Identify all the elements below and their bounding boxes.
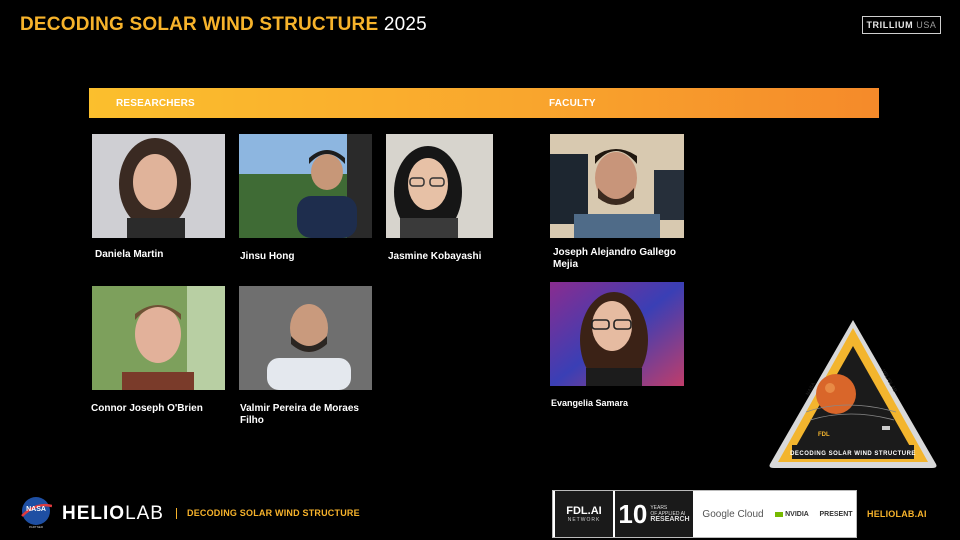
researcher-photo — [92, 286, 225, 390]
nvidia-logo: NVIDIA — [769, 491, 815, 537]
section-band — [89, 88, 879, 118]
brand-light: LAB — [125, 503, 164, 524]
nasa-logo: NASA PARTNER — [20, 496, 53, 530]
researcher-name: Connor Joseph O'Brien — [91, 403, 203, 414]
researcher-photo — [386, 134, 493, 238]
trillium-sub: USA — [916, 20, 937, 30]
trillium-logo: TRILLIUM USA — [862, 16, 941, 34]
researcher-name: Daniela Martin — [95, 249, 164, 260]
faculty-name: Joseph Alejandro Gallego Mejia — [553, 247, 676, 271]
faculty-heading: FACULTY — [549, 98, 596, 109]
faculty-name: Evangelia Samara — [551, 398, 629, 408]
researcher-name-line1: Valmir Pereira de Moraes — [240, 403, 359, 414]
researcher-photo — [92, 134, 225, 238]
ten-sub-3: RESEARCH — [650, 516, 690, 523]
google-cloud-logo: Google Cloud — [702, 508, 764, 520]
partner-logo-last: PRESENT — [819, 510, 853, 518]
footer-divider — [176, 508, 177, 519]
nasa-label: NASA — [26, 506, 46, 513]
nvidia-label: NVIDIA — [785, 510, 809, 518]
mission-badge: DECODING SOLAR WIND STRUCTURE FDL NASA H… — [766, 316, 940, 472]
page-title: DECODING SOLAR WIND STRUCTURE 2025 — [20, 14, 427, 36]
nasa-sub: PARTNER — [28, 525, 44, 529]
footer-url: HELIOLAB.AI — [867, 509, 927, 519]
badge-bottom-label: DECODING SOLAR WIND STRUCTURE — [790, 451, 916, 457]
title-year: 2025 — [383, 14, 427, 35]
heliolab-logo: HELIOLAB — [62, 503, 164, 525]
fdl-logo: FDL.AI NETWORK — [555, 491, 613, 537]
researchers-heading: RESEARCHERS — [116, 98, 195, 109]
researcher-name: Jinsu Hong — [240, 251, 295, 262]
ten-sub: YEARS OF APPLIED AI RESEARCH — [650, 505, 689, 523]
researcher-name: Valmir Pereira de Moraes Filho — [240, 403, 359, 427]
fdl-sub: NETWORK — [567, 517, 601, 523]
ten-years-logo: 10 YEARS OF APPLIED AI RESEARCH — [615, 491, 693, 537]
badge-center-label: FDL — [818, 432, 830, 438]
faculty-name-line1: Joseph Alejandro Gallego — [553, 247, 676, 258]
title-primary: DECODING SOLAR WIND STRUCTURE — [20, 14, 379, 35]
brand-bold: HELIO — [62, 503, 126, 524]
faculty-photo — [550, 282, 684, 386]
researcher-photo — [239, 134, 372, 238]
faculty-name-line2: Mejia — [553, 259, 579, 270]
researcher-name: Jasmine Kobayashi — [388, 251, 482, 262]
nvidia-eye-icon — [775, 511, 784, 517]
trillium-label: TRILLIUM — [866, 20, 914, 30]
faculty-photo — [550, 134, 684, 238]
researcher-name-line2: Filho — [240, 415, 264, 426]
researcher-photo — [239, 286, 372, 390]
fdl-label: FDL.AI — [566, 505, 602, 517]
footer-project: DECODING SOLAR WIND STRUCTURE — [187, 508, 360, 518]
partner-logos: FDL.AI NETWORK 10 YEARS OF APPLIED AI RE… — [552, 490, 857, 538]
ten-label: 10 — [618, 498, 648, 529]
